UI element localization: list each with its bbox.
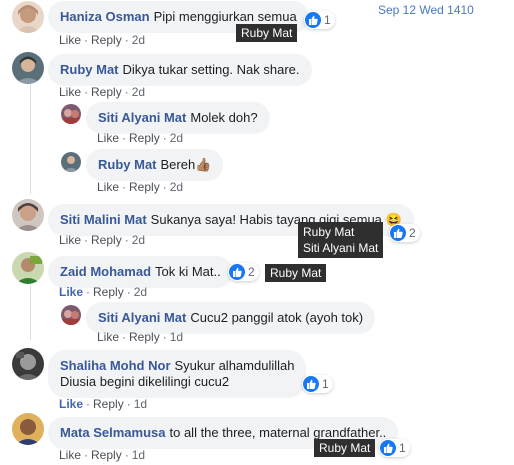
comment-actions: Like · Reply · 2d [97, 180, 184, 194]
avatar[interactable] [12, 1, 44, 33]
like-link[interactable]: Like [59, 233, 81, 247]
avatar[interactable] [61, 152, 81, 172]
reply-link[interactable]: Reply [93, 285, 124, 299]
comment-bubble: Shaliha Mohd Nor Syukur alhamdulillah Diu… [48, 350, 307, 398]
comment-actions: Like · Reply · 2d [59, 285, 148, 299]
timestamp: Sep 12 Wed 1410 [378, 3, 474, 17]
reaction-tooltip: Ruby Mat Siti Alyani Mat [298, 222, 384, 258]
comment-time[interactable]: 2d [170, 180, 183, 194]
comment-actions: Like · Reply · 2d [59, 33, 146, 47]
like-link[interactable]: Like [59, 33, 81, 47]
comment-author[interactable]: Zaid Mohamad [60, 264, 151, 279]
avatar[interactable] [61, 104, 81, 124]
comment-text: Dikya tukar setting. Nak share. [122, 62, 300, 77]
comment-text: Bereh [160, 157, 196, 172]
comment-author[interactable]: Siti Alyani Mat [98, 310, 186, 325]
like-link[interactable]: Like [97, 330, 119, 344]
reaction-tooltip: Ruby Mat [265, 264, 327, 282]
comment-time[interactable]: 1d [132, 448, 145, 462]
reply-link[interactable]: Reply [129, 131, 160, 145]
comment-bubble: Ruby Mat Bereh👍🏽 [86, 149, 224, 181]
comment-time[interactable]: 1d [170, 330, 183, 344]
comment-author[interactable]: Siti Malini Mat [60, 212, 147, 227]
comment-time[interactable]: 2d [134, 285, 147, 299]
comment-text: Pipi menggiurkan semua [153, 9, 297, 24]
thumbs-up-emoji: 👍🏽 [195, 157, 212, 172]
comment-author[interactable]: Mata Selmamusa [60, 425, 166, 440]
like-reaction-icon [380, 440, 396, 456]
like-link[interactable]: Like [59, 397, 83, 411]
like-reaction-icon [229, 264, 245, 280]
comment-text: Tok ki Mat.. [155, 264, 221, 279]
comment-text-line2: Diusia begini dikelilingi cucu2 [60, 374, 230, 389]
reaction-tooltip: Ruby Mat [236, 24, 298, 42]
comment-actions: Like · Reply · 2d [59, 233, 146, 247]
comment-bubble: Ruby Mat Dikya tukar setting. Nak share. [48, 54, 312, 86]
comment-text: Syukur alhamdulillah [174, 358, 295, 373]
comment-author[interactable]: Ruby Mat [98, 157, 157, 172]
comment-author[interactable]: Ruby Mat [60, 62, 119, 77]
reaction-count[interactable]: 2 [228, 263, 259, 281]
comment-author[interactable]: Shaliha Mohd Nor [60, 358, 171, 373]
comment-actions: Like · Reply · 1d [59, 397, 148, 411]
like-link[interactable]: Like [59, 285, 83, 299]
reply-link[interactable]: Reply [91, 233, 122, 247]
comment-text: Molek doh? [190, 110, 258, 125]
comment-time[interactable]: 1d [134, 397, 147, 411]
comment-bubble: Siti Alyani Mat Molek doh? [86, 102, 270, 134]
comment-actions: Like · Reply · 1d [97, 330, 184, 344]
comment-text: Cucu2 panggil atok (ayoh tok) [190, 310, 364, 325]
avatar[interactable] [12, 199, 44, 231]
comment-author[interactable]: Haniza Osman [60, 9, 150, 24]
comment-actions: Like · Reply · 2d [97, 131, 184, 145]
avatar[interactable] [12, 52, 44, 84]
like-reaction-icon [303, 376, 319, 392]
avatar[interactable] [12, 413, 44, 445]
reaction-tooltip: Ruby Mat [314, 439, 376, 457]
avatar[interactable] [12, 348, 44, 380]
avatar[interactable] [61, 305, 81, 325]
comment-actions: Like · Reply · 1d [59, 448, 146, 462]
reply-link[interactable]: Reply [129, 180, 160, 194]
avatar[interactable] [12, 252, 44, 284]
reply-link[interactable]: Reply [91, 448, 122, 462]
comment-text: to all the three, maternal grandfather.. [169, 425, 387, 440]
comment-time[interactable]: 2d [132, 33, 145, 47]
thread-line [30, 285, 31, 340]
reaction-count[interactable]: 1 [302, 375, 333, 393]
like-reaction-icon [390, 225, 406, 241]
reply-link[interactable]: Reply [129, 330, 160, 344]
reply-link[interactable]: Reply [91, 85, 122, 99]
like-link[interactable]: Like [97, 131, 119, 145]
like-link[interactable]: Like [59, 448, 81, 462]
comment-author[interactable]: Siti Alyani Mat [98, 110, 186, 125]
reaction-count[interactable]: 2 [389, 224, 420, 242]
thread-line [30, 84, 31, 194]
like-reaction-icon [305, 12, 321, 28]
comment-actions: Like · Reply · 2d [59, 85, 146, 99]
reply-link[interactable]: Reply [91, 33, 122, 47]
like-link[interactable]: Like [59, 85, 81, 99]
comment-time[interactable]: 2d [132, 233, 145, 247]
comment-bubble: Zaid Mohamad Tok ki Mat.. [48, 256, 233, 288]
reaction-count[interactable]: 1 [304, 11, 335, 29]
reaction-count[interactable]: 1 [379, 439, 410, 457]
comment-time[interactable]: 2d [132, 85, 145, 99]
like-link[interactable]: Like [97, 180, 119, 194]
comment-time[interactable]: 2d [170, 131, 183, 145]
reply-link[interactable]: Reply [93, 397, 124, 411]
